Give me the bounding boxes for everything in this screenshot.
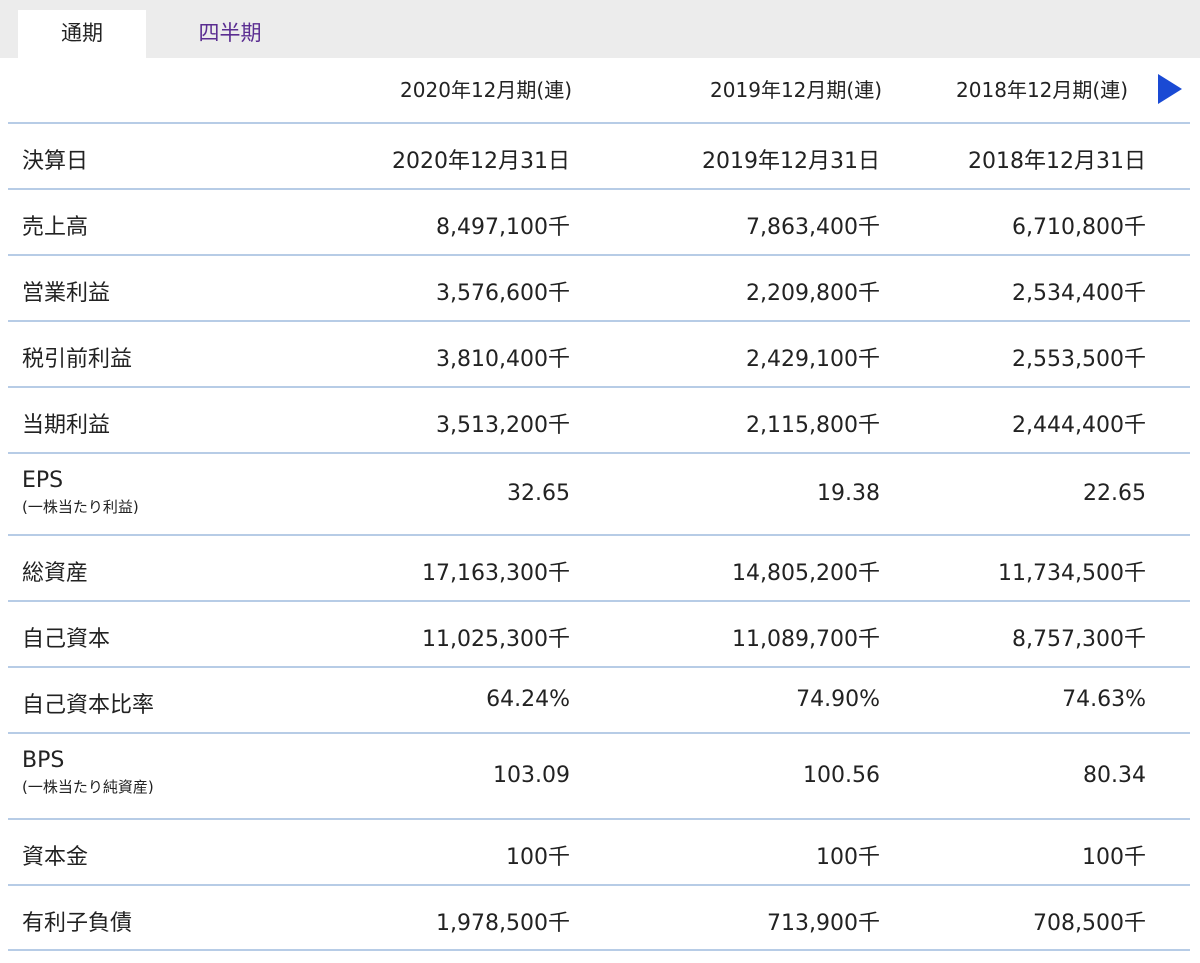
row-value: 64.24%	[486, 687, 570, 712]
row-value: 100千	[1082, 845, 1146, 870]
table-row: EPS (一株当たり利益) 32.65 19.38 22.65	[8, 452, 1190, 536]
table-row: 売上高 8,497,100千 7,863,400千 6,710,800千	[8, 188, 1190, 256]
row-label-text: 税引前利益	[22, 347, 133, 372]
row-label-text: 自己資本	[22, 627, 111, 652]
row-label-text: 決算日	[22, 149, 89, 174]
row-label-text: 総資産	[22, 561, 89, 586]
column-header-2020: 2020年12月期(連)	[400, 78, 572, 102]
row-sublabel: (一株当たり純資産)	[22, 778, 154, 796]
row-label: EPS (一株当たり利益)	[22, 468, 139, 517]
row-label-text: 営業利益	[22, 281, 111, 306]
row-value: 3,810,400千	[436, 347, 570, 372]
row-label: 決算日	[22, 143, 88, 175]
row-label-text: 当期利益	[22, 413, 111, 438]
row-label-text: BPS	[22, 748, 65, 773]
row-value: 7,863,400千	[746, 215, 880, 240]
row-label-text: 自己資本比率	[22, 693, 155, 718]
row-value: 2,209,800千	[746, 281, 880, 306]
table-row: 資本金 100千 100千 100千	[8, 818, 1190, 886]
row-value: 100千	[816, 845, 880, 870]
period-tab-bar: 通期 四半期	[0, 0, 1200, 58]
row-label: BPS (一株当たり純資産)	[22, 748, 154, 797]
column-header-2019: 2019年12月期(連)	[710, 78, 882, 102]
row-value: 2,534,400千	[1012, 281, 1146, 306]
tab-annual[interactable]: 通期	[18, 10, 146, 58]
row-value: 32.65	[507, 481, 570, 506]
row-value: 74.90%	[796, 687, 880, 712]
column-header-row: 2020年12月期(連) 2019年12月期(連) 2018年12月期(連)	[0, 58, 1200, 122]
row-label: 自己資本比率	[22, 687, 154, 719]
row-label: 有利子負債	[22, 905, 132, 937]
row-value: 713,900千	[767, 910, 880, 936]
row-value: 2020年12月31日	[392, 149, 570, 174]
tab-quarterly[interactable]: 四半期	[160, 10, 300, 58]
table-row: 自己資本 11,025,300千 11,089,700千 8,757,300千	[8, 600, 1190, 668]
row-value: 100千	[506, 845, 570, 870]
row-value: 2018年12月31日	[968, 149, 1146, 174]
table-row: 当期利益 3,513,200千 2,115,800千 2,444,400千	[8, 386, 1190, 454]
row-value: 11,025,300千	[422, 627, 570, 652]
row-value: 103.09	[493, 763, 570, 788]
row-label: 自己資本	[22, 621, 110, 653]
row-value: 17,163,300千	[422, 561, 570, 586]
row-value: 1,978,500千	[436, 910, 570, 936]
row-value: 11,734,500千	[998, 561, 1146, 586]
row-value: 708,500千	[1033, 910, 1146, 936]
row-label-text: 売上高	[22, 215, 89, 240]
row-value: 8,757,300千	[1012, 627, 1146, 652]
table-row: 決算日 2020年12月31日 2019年12月31日 2018年12月31日	[8, 122, 1190, 190]
row-label: 営業利益	[22, 275, 110, 307]
row-value: 19.38	[817, 481, 880, 506]
row-label: 売上高	[22, 209, 88, 241]
table-row: 総資産 17,163,300千 14,805,200千 11,734,500千	[8, 534, 1190, 602]
row-value: 2,553,500千	[1012, 347, 1146, 372]
row-value: 3,513,200千	[436, 413, 570, 438]
row-value: 100.56	[803, 763, 880, 788]
row-value: 8,497,100千	[436, 215, 570, 240]
table-row: 税引前利益 3,810,400千 2,429,100千 2,553,500千	[8, 320, 1190, 388]
row-label: 当期利益	[22, 407, 110, 439]
table-row: BPS (一株当たり純資産) 103.09 100.56 80.34	[8, 732, 1190, 820]
row-value: 2,115,800千	[746, 413, 880, 438]
row-label-text: 有利子負債	[22, 910, 133, 936]
row-value: 11,089,700千	[732, 627, 880, 652]
row-value: 2,444,400千	[1012, 413, 1146, 438]
row-label-text: EPS	[22, 468, 64, 493]
row-value: 2019年12月31日	[702, 149, 880, 174]
row-label-text: 資本金	[22, 845, 89, 870]
table-row: 営業利益 3,576,600千 2,209,800千 2,534,400千	[8, 254, 1190, 322]
table-row: 有利子負債 1,978,500千 713,900千 708,500千	[8, 884, 1190, 951]
column-header-2018: 2018年12月期(連)	[956, 78, 1128, 102]
row-label: 資本金	[22, 839, 88, 871]
table-row: 自己資本比率 64.24% 74.90% 74.63%	[8, 666, 1190, 734]
row-value: 3,576,600千	[436, 281, 570, 306]
row-label: 税引前利益	[22, 341, 132, 373]
row-value: 22.65	[1083, 481, 1146, 506]
row-value: 14,805,200千	[732, 561, 880, 586]
play-right-icon[interactable]	[1158, 74, 1182, 104]
row-value: 2,429,100千	[746, 347, 880, 372]
row-sublabel: (一株当たり利益)	[22, 498, 139, 516]
row-label: 総資産	[22, 555, 88, 587]
row-value: 74.63%	[1062, 687, 1146, 712]
row-value: 6,710,800千	[1012, 215, 1146, 240]
row-value: 80.34	[1083, 763, 1146, 788]
table-bottom-border	[8, 949, 1190, 951]
